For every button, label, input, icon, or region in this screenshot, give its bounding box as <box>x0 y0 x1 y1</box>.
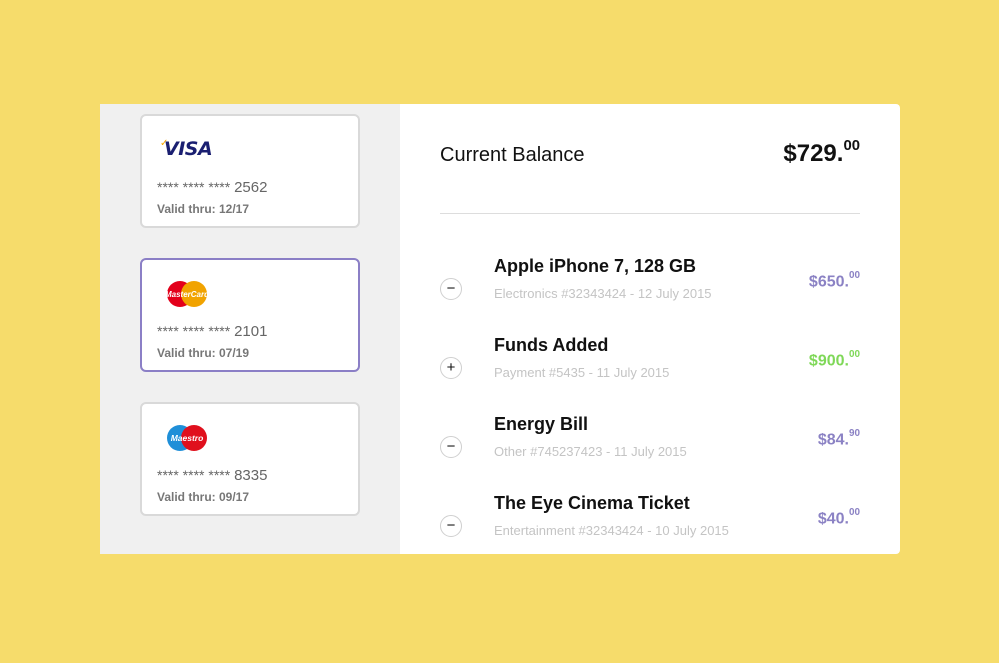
transaction-meta: Entertainment #32343424 - 10 July 2015 <box>494 523 729 538</box>
card-mastercard[interactable]: MasterCard **** **** **** 2101 Valid thr… <box>140 258 360 372</box>
transactions-pane: Current Balance $729.00 − Apple iPhone 7… <box>400 104 900 554</box>
card-number-last4: 2101 <box>234 323 268 340</box>
balance-value: $729.00 <box>783 138 860 167</box>
transaction-amount: $84.90 <box>817 428 860 449</box>
transaction-meta: Other #745237423 - 11 July 2015 <box>494 444 687 459</box>
transaction-amount: $900.00 <box>808 349 860 370</box>
card-list: ✓ VISA **** **** **** 2562 Valid thru: 12… <box>100 104 400 554</box>
card-number-masked: **** **** **** <box>157 323 231 339</box>
transaction-meta: Electronics #32343424 - 12 July 2015 <box>494 286 712 301</box>
card-valid-thru: Valid thru: 07/19 <box>157 346 250 360</box>
card-visa[interactable]: ✓ VISA **** **** **** 2562 Valid thru: 12… <box>140 114 360 228</box>
card-number-masked: **** **** **** <box>157 179 231 195</box>
card-valid-thru: Valid thru: 12/17 <box>157 202 250 216</box>
transaction-title: The Eye Cinema Ticket <box>494 493 690 513</box>
card-number-last4: 8335 <box>234 467 268 484</box>
transaction-row[interactable]: − Energy Bill Other #745237423 - 11 July… <box>400 414 900 484</box>
minus-icon[interactable]: − <box>440 436 462 458</box>
maestro-logo: Maestro <box>167 425 207 451</box>
transaction-row[interactable]: + Funds Added Payment #5435 - 11 July 20… <box>400 335 900 405</box>
divider <box>440 213 860 214</box>
transaction-amount: $650.00 <box>808 270 860 291</box>
card-number-last4: 2562 <box>234 179 268 196</box>
balance-label: Current Balance <box>440 144 585 166</box>
transaction-title: Energy Bill <box>494 414 589 434</box>
card-number-masked: **** **** **** <box>157 467 231 483</box>
transaction-row[interactable]: − Apple iPhone 7, 128 GB Electronics #32… <box>400 256 900 326</box>
visa-logo: ✓ VISA <box>160 138 213 160</box>
card-number: **** **** **** 2562 <box>157 179 267 196</box>
transaction-meta: Payment #5435 - 11 July 2015 <box>494 365 670 380</box>
wallet-panel: ✓ VISA **** **** **** 2562 Valid thru: 12… <box>100 104 900 554</box>
minus-icon[interactable]: − <box>440 515 462 537</box>
card-valid-thru: Valid thru: 09/17 <box>157 490 250 504</box>
svg-text:MasterCard: MasterCard <box>165 290 210 299</box>
card-number: **** **** **** 2101 <box>157 323 267 340</box>
transaction-row[interactable]: − The Eye Cinema Ticket Entertainment #3… <box>400 493 900 554</box>
mastercard-logo: MasterCard <box>165 281 210 307</box>
transaction-amount: $40.00 <box>817 507 860 528</box>
transaction-title: Apple iPhone 7, 128 GB <box>494 256 697 276</box>
svg-text:Maestro: Maestro <box>171 433 204 443</box>
transaction-title: Funds Added <box>494 335 609 355</box>
minus-icon[interactable]: − <box>440 278 462 300</box>
card-number: **** **** **** 8335 <box>157 467 267 484</box>
card-maestro[interactable]: Maestro **** **** **** 8335 Valid thru: … <box>140 402 360 516</box>
plus-icon[interactable]: + <box>440 357 462 379</box>
